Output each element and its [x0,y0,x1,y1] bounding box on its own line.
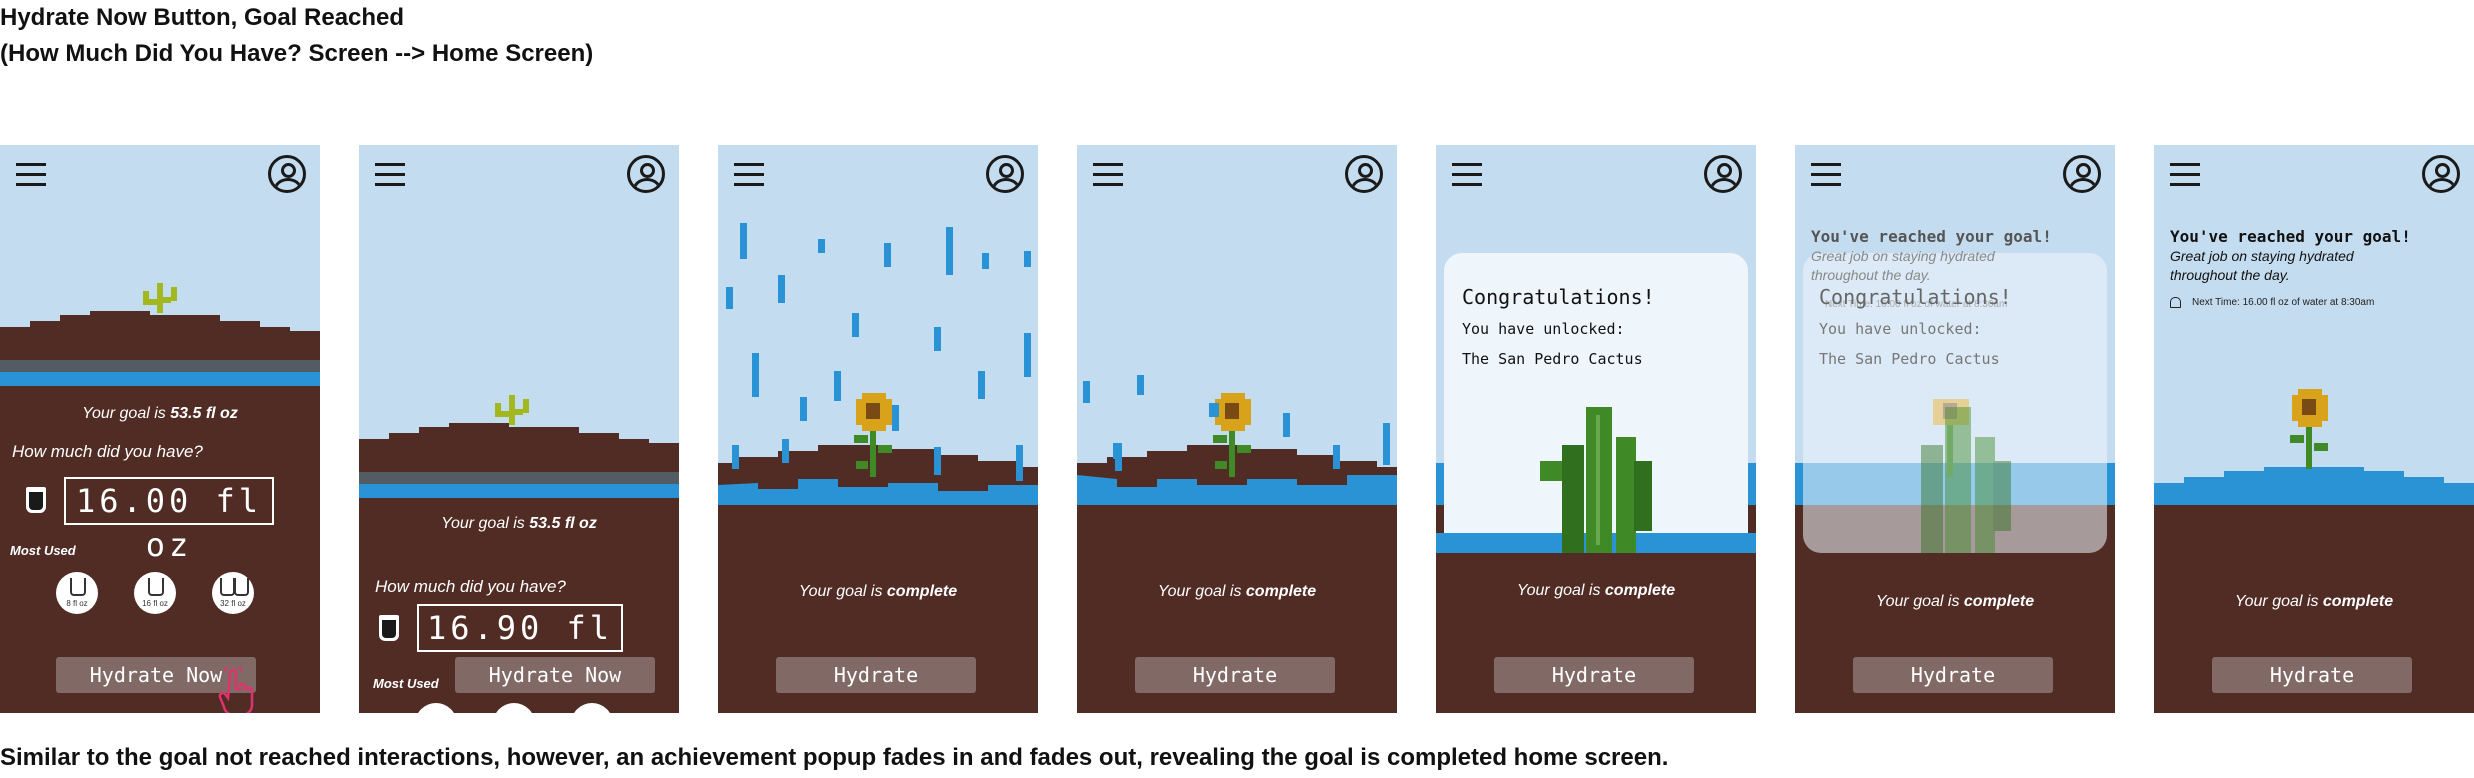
quick-amount-8oz[interactable]: 8 fl oz [56,572,98,614]
goal-text: Your goal is complete [798,583,958,600]
how-much-question: How much did you have? [12,442,203,461]
most-used-label: Most Used [373,676,439,691]
goal-text: Your goal is complete [2234,593,2394,610]
cactus-icon [1436,407,1756,553]
amount-input[interactable]: 16.90 fl oz [417,604,623,691]
screen-popup-fading: You've reached your goal! Great job on s… [1795,145,2115,713]
hydrate-button[interactable]: Hydrate [2212,657,2412,693]
hydrate-button[interactable]: Hydrate [1494,657,1694,693]
cactus-icon-fading [1921,407,2011,553]
screen-watering-rain: Your goal is complete Hydrate [718,145,1038,713]
sprout-icon [143,283,177,313]
quick-amount-32oz[interactable]: 32 fl oz [212,572,254,614]
most-used-label: Most Used [10,543,76,558]
sprout-icon [495,395,529,425]
amount-input[interactable]: 16.00 fl oz [64,477,274,564]
next-time-text: Next Time: 16.00 fl oz of water at 8:30a… [2192,297,2375,308]
pixel-landscape [1077,375,1397,713]
cup-icon [26,487,46,513]
hydrate-button[interactable]: Hydrate [776,657,976,693]
hand-pointer-icon [218,667,254,713]
goal-text: Your goal is 53.5 fl oz [82,405,238,422]
goal-text: Your goal is complete [1875,593,2035,610]
hydrate-now-button[interactable]: Hydrate Now [455,657,655,693]
reached-subtitle: Great job on staying hydrated throughout… [2170,248,2354,283]
goal-text: Your goal is 53.5 fl oz [441,515,597,532]
goal-text: Your goal is complete [1157,583,1317,600]
how-much-question: How much did you have? [375,577,566,596]
page-heading: Hydrate Now Button, Goal Reached (How Mu… [0,0,593,72]
cup-icon [379,615,399,641]
hydrate-button[interactable]: Hydrate [1853,657,2053,693]
screen-how-much-sliding: Your goal is 53.5 fl oz How much did you… [359,145,679,713]
pixel-landscape [718,223,1038,713]
goal-text: Your goal is complete [1516,582,1676,599]
page-caption: Similar to the goal not reached interact… [0,744,1669,771]
quick-amount-16oz[interactable]: 16 fl oz [134,572,176,614]
sunflower-icon [2290,389,2328,469]
pixel-landscape [0,283,320,713]
screen-how-much-did-you-have: Your goal is 53.5 fl oz How much did you… [0,145,320,713]
bell-icon [2170,297,2181,308]
hydrate-button[interactable]: Hydrate [1135,657,1335,693]
screen-achievement-popup: Congratulations! You have unlocked: The … [1436,145,1756,713]
page-title: Hydrate Now Button, Goal Reached [0,4,405,31]
screen-watering-fill: Your goal is complete Hydrate [1077,145,1397,713]
reached-title: You've reached your goal! [2170,227,2411,246]
screen-goal-completed-home: You've reached your goal! Great job on s… [2154,145,2474,713]
rain-drops [726,223,1031,481]
page-subtitle: (How Much Did You Have? Screen --> Home … [0,40,594,67]
